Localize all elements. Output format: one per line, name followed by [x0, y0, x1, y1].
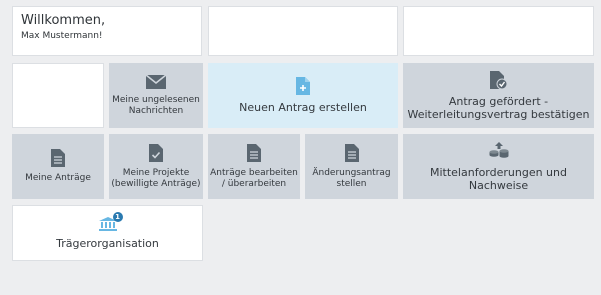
tile-my-applications-label: Meine Anträge [25, 173, 91, 183]
tile-change-request[interactable]: Änderungsantrag stellen [305, 134, 398, 199]
empty-card [403, 6, 594, 56]
tile-edit-applications-label: Anträge bearbeiten / überarbeiten [210, 167, 298, 189]
tile-fund-requests[interactable]: Mittelanforderungen und Nachweise [403, 134, 594, 199]
document-icon [51, 149, 65, 167]
tile-my-projects-label: Meine Projekte (bewilligte Anträge) [111, 167, 201, 189]
tile-unread-messages-label: Meine ungelesenen Nachrichten [112, 94, 200, 116]
tile-my-applications[interactable]: Meine Anträge [12, 134, 104, 199]
tile-new-application[interactable]: Neuen Antrag erstellen [208, 63, 398, 128]
envelope-icon [146, 74, 166, 89]
welcome-greeting: Willkommen, [21, 13, 106, 28]
tile-organization[interactable]: 1 Trägerorganisation [12, 205, 203, 261]
tile-edit-applications[interactable]: Anträge bearbeiten / überarbeiten [208, 134, 300, 199]
coins-upload-icon [489, 141, 508, 158]
welcome-user-name: Max Mustermann! [21, 31, 103, 41]
tile-my-projects[interactable]: Meine Projekte (bewilligte Anträge) [109, 134, 203, 199]
tile-unread-messages[interactable]: Meine ungelesenen Nachrichten [109, 63, 203, 128]
document-plus-icon [296, 77, 310, 95]
tile-new-application-label: Neuen Antrag erstellen [239, 101, 367, 114]
document-check-icon [489, 70, 507, 89]
document-icon [247, 143, 261, 162]
empty-card [208, 6, 398, 56]
organization-icon-wrap: 1 [98, 211, 123, 231]
document-check-icon [149, 143, 163, 162]
tile-change-request-label: Änderungsantrag stellen [312, 167, 391, 189]
tile-confirm-contract-label: Antrag gefördert - Weiterleitungsvertrag… [407, 94, 590, 121]
empty-card [12, 63, 104, 128]
tile-confirm-contract[interactable]: Antrag gefördert - Weiterleitungsvertrag… [403, 63, 594, 128]
welcome-card: Willkommen, Max Mustermann! [12, 6, 202, 56]
tile-fund-requests-label: Mittelanforderungen und Nachweise [429, 165, 567, 192]
document-icon [344, 143, 359, 162]
tile-organization-label: Trägerorganisation [56, 236, 159, 250]
notification-badge: 1 [112, 211, 123, 222]
